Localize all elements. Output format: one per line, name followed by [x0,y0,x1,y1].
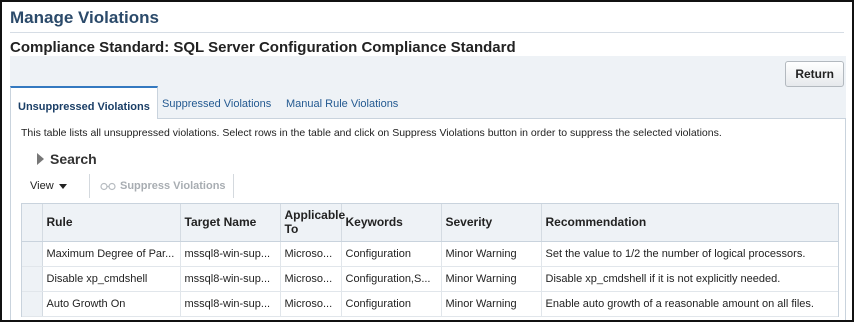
suppress-violations-label: Suppress Violations [120,180,226,192]
glasses-icon [100,182,116,190]
table-row[interactable]: Disable xp_cmdshell mssql8-win-sup... Mi… [22,266,838,292]
table-toolbar: View Suppress Violations [21,172,837,200]
keywords-cell: Configuration [341,291,442,317]
search-label: Search [50,151,97,167]
column-header-rule[interactable]: Rule [42,204,181,242]
column-header-applicable-to[interactable]: Applicable To [280,204,345,242]
recommendation-cell: Disable xp_cmdshell if it is not explici… [541,266,838,292]
suppress-violations-button[interactable]: Suppress Violations [100,180,226,192]
rule-cell: Disable xp_cmdshell [42,266,181,292]
severity-cell: Minor Warning [441,266,542,292]
keywords-cell: Configuration [341,241,442,267]
tab-unsuppressed-violations[interactable]: Unsuppressed Violations [10,86,158,119]
violations-tabs: Unsuppressed Violations Suppressed Viola… [10,86,846,119]
toolbar-separator [89,174,90,198]
tab-suppressed-violations[interactable]: Suppressed Violations [162,98,271,110]
target-name-cell: mssql8-win-sup... [180,241,281,267]
view-menu-label: View [30,180,54,192]
table-header-row: Rule Target Name Applicable To Keywords … [22,204,838,242]
target-name-cell: mssql8-win-sup... [180,266,281,292]
column-header-keywords[interactable]: Keywords [341,204,442,242]
target-name-cell: mssql8-win-sup... [180,291,281,317]
keywords-cell: Configuration,S... [341,266,442,292]
severity-cell: Minor Warning [441,241,542,267]
recommendation-cell: Enable auto growth of a reasonable amoun… [541,291,838,317]
view-menu[interactable]: View [30,180,67,192]
disclosure-arrow-icon[interactable] [37,153,44,165]
row-selector[interactable] [22,241,43,267]
compliance-standard-heading: Compliance Standard: SQL Server Configur… [10,39,516,56]
rule-cell: Maximum Degree of Par... [42,241,181,267]
page-title: Manage Violations [10,8,159,27]
recommendation-cell: Set the value to 1/2 the number of logic… [541,241,838,267]
violations-table: Rule Target Name Applicable To Keywords … [21,203,839,317]
title-divider [10,32,844,33]
search-section-toggle[interactable]: Search [37,151,97,167]
applicable-to-cell: Microso... [280,241,342,267]
column-header-recommendation[interactable]: Recommendation [541,204,838,242]
table-row[interactable]: Auto Growth On mssql8-win-sup... Microso… [22,291,838,317]
column-header-target-name[interactable]: Target Name [180,204,281,242]
row-selector[interactable] [22,291,43,317]
row-selector[interactable] [22,266,43,292]
table-row[interactable]: Maximum Degree of Par... mssql8-win-sup.… [22,241,838,267]
tab-content-panel: This table lists all unsuppressed violat… [10,119,846,320]
return-button[interactable]: Return [785,61,844,87]
column-header-severity[interactable]: Severity [441,204,542,242]
manage-violations-page: Manage Violations Compliance Standard: S… [0,0,854,322]
applicable-to-cell: Microso... [280,266,342,292]
header-band [10,56,846,90]
tab-manual-rule-violations[interactable]: Manual Rule Violations [286,98,398,110]
instructions-text: This table lists all unsuppressed violat… [21,127,722,139]
dropdown-arrow-icon [58,183,67,189]
row-selector-header [22,204,43,242]
severity-cell: Minor Warning [441,291,542,317]
rule-cell: Auto Growth On [42,291,181,317]
applicable-to-cell: Microso... [280,291,342,317]
toolbar-separator [233,174,234,198]
